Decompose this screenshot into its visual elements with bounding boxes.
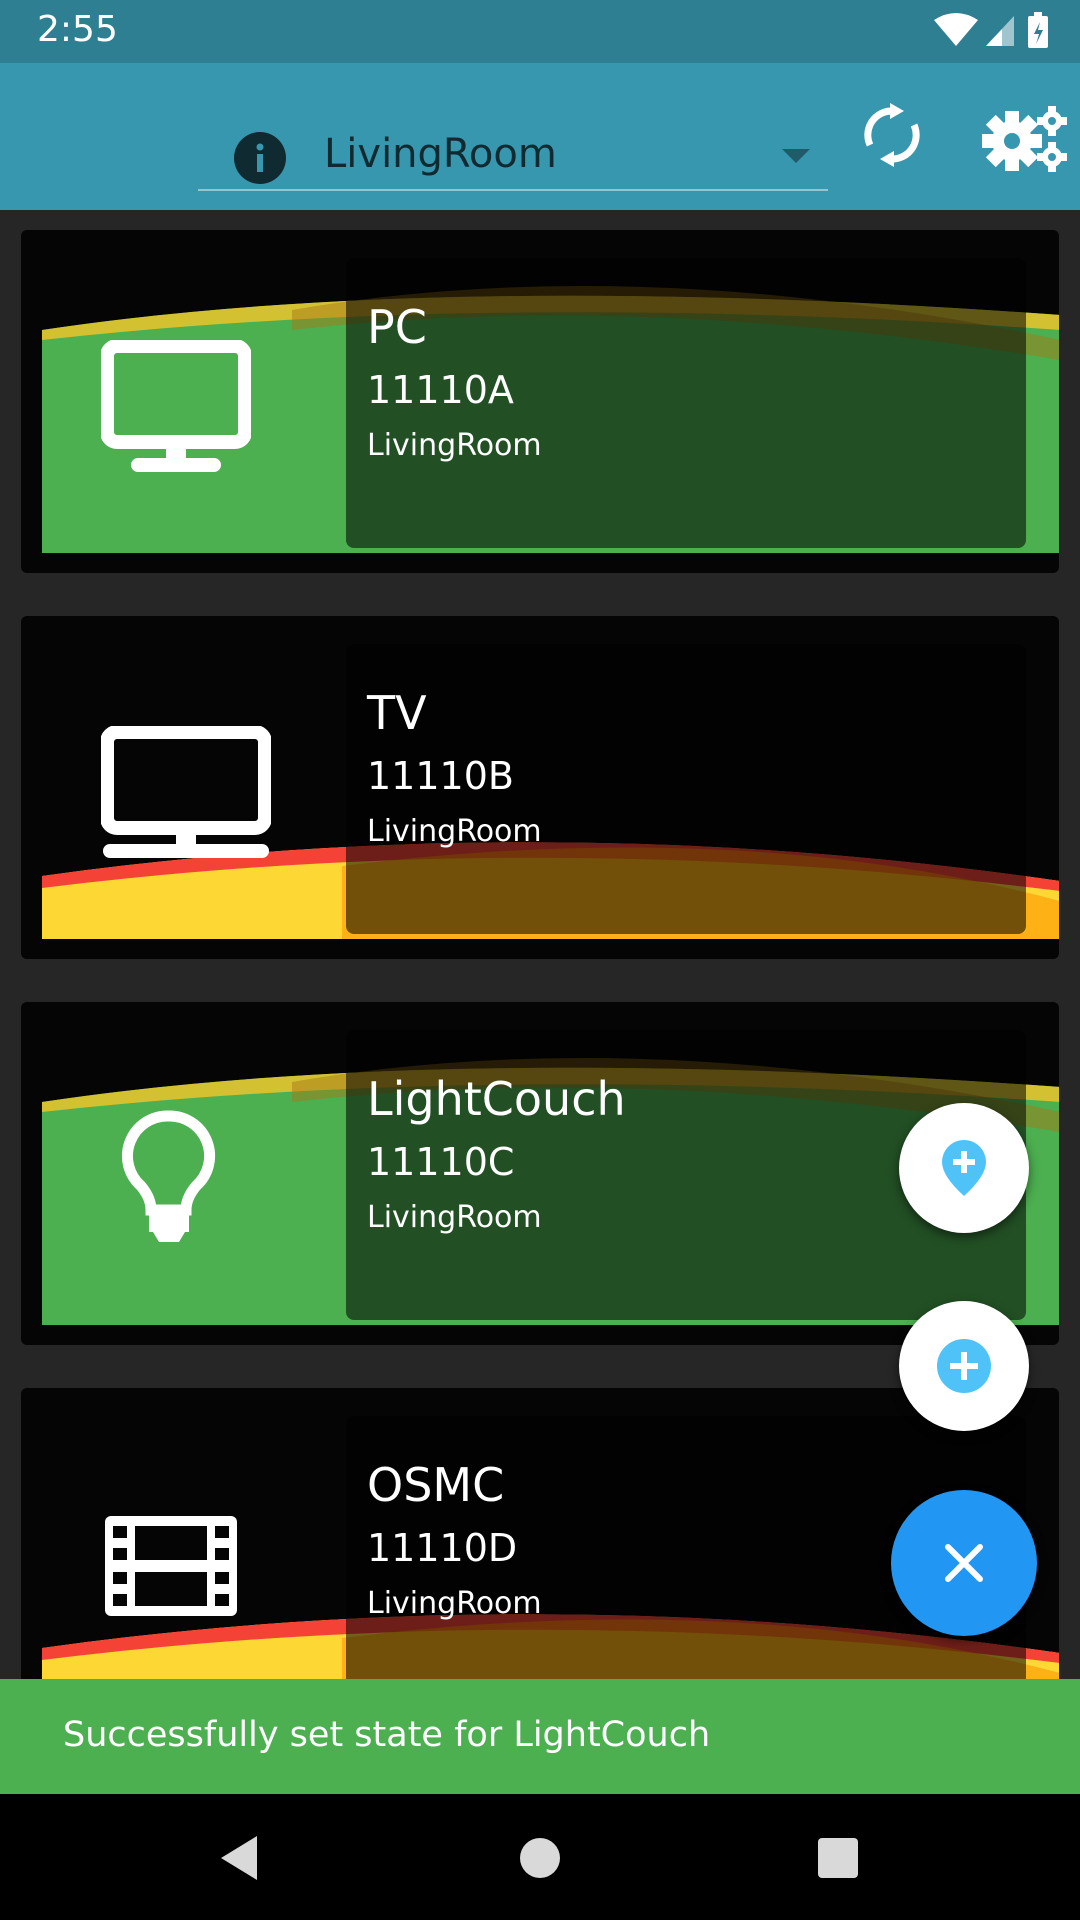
- info-icon[interactable]: [234, 132, 286, 189]
- add-device-button[interactable]: [899, 1301, 1029, 1431]
- add-location-button[interactable]: [899, 1103, 1029, 1233]
- sync-icon: [864, 103, 920, 167]
- status-time: 2:55: [37, 9, 118, 50]
- add-location-icon: [942, 1140, 986, 1196]
- battery-icon: [1028, 12, 1048, 48]
- room-dropdown[interactable]: LivingRoom: [198, 95, 828, 191]
- back-button[interactable]: [213, 1830, 269, 1886]
- device-room: LivingRoom: [367, 814, 542, 849]
- back-icon: [221, 1836, 257, 1880]
- chevron-down-icon: [782, 149, 810, 168]
- wifi-icon: [934, 13, 978, 46]
- device-code: 11110D: [367, 1526, 518, 1570]
- monitor-icon: [100, 339, 252, 480]
- device-room: LivingRoom: [367, 428, 542, 463]
- sync-button[interactable]: [860, 103, 924, 167]
- close-fab-button[interactable]: [891, 1490, 1037, 1636]
- device-name: OSMC: [367, 1458, 505, 1512]
- settings-button[interactable]: [980, 103, 1070, 173]
- monitor-icon: [100, 725, 272, 866]
- close-icon: [945, 1544, 983, 1582]
- snackbar-message: Successfully set state for LightCouch: [63, 1715, 711, 1755]
- device-room: LivingRoom: [367, 1200, 542, 1235]
- app-bar: LivingRoom: [0, 63, 1080, 210]
- lightbulb-icon: [121, 1110, 216, 1250]
- recents-button[interactable]: [810, 1830, 866, 1886]
- device-list: PC 11110A LivingRoom TV 11110B LivingRoo…: [0, 210, 1080, 1680]
- device-name: LightCouch: [367, 1072, 626, 1126]
- device-code: 11110A: [367, 368, 514, 412]
- device-name: PC: [367, 300, 427, 354]
- device-room: LivingRoom: [367, 1586, 542, 1621]
- signal-icon: [986, 16, 1014, 46]
- system-nav-bar: [0, 1794, 1080, 1920]
- status-icons: [934, 12, 1054, 52]
- home-icon: [520, 1838, 560, 1878]
- add-circle-icon: [937, 1339, 991, 1393]
- gear-icon: [982, 106, 1067, 172]
- device-name: TV: [367, 686, 427, 740]
- home-button[interactable]: [512, 1830, 568, 1886]
- recents-icon: [818, 1838, 858, 1878]
- device-card[interactable]: PC 11110A LivingRoom: [21, 230, 1059, 573]
- device-code: 11110C: [367, 1140, 515, 1184]
- device-code: 11110B: [367, 754, 514, 798]
- film-icon: [105, 1516, 237, 1621]
- snackbar: Successfully set state for LightCouch: [0, 1679, 1080, 1794]
- status-bar: 2:55: [0, 0, 1080, 63]
- selected-room-label: LivingRoom: [324, 131, 557, 177]
- device-card[interactable]: TV 11110B LivingRoom: [21, 616, 1059, 959]
